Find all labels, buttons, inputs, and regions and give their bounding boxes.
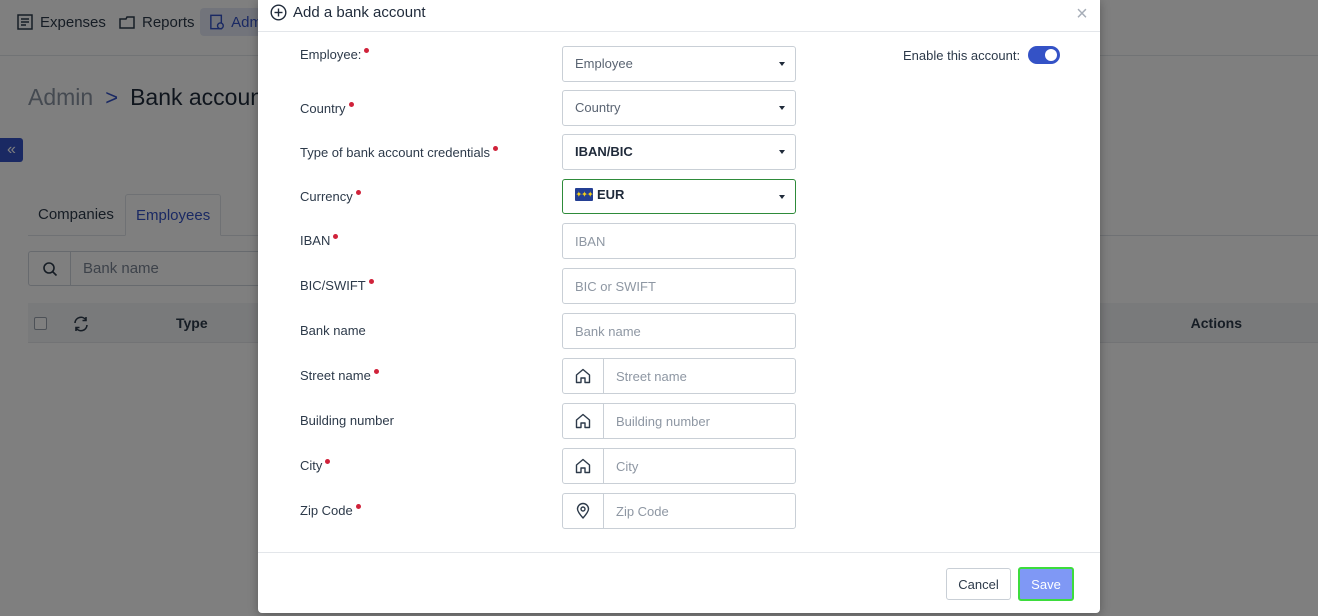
cancel-button[interactable]: Cancel: [946, 568, 1011, 600]
building-number-label-text: Building number: [300, 413, 394, 428]
currency-select[interactable]: ✦✦✦ EUR: [562, 179, 796, 214]
credentials-type-label-text: Type of bank account credentials: [300, 145, 491, 160]
home-icon: [563, 404, 604, 438]
enable-account-label: Enable this account:: [903, 47, 1021, 63]
iban-label-text: IBAN: [300, 233, 331, 248]
zip-code-placeholder: Zip Code: [616, 504, 669, 519]
credentials-type-value: IBAN/BIC: [575, 144, 633, 159]
bic-input[interactable]: BIC or SWIFT: [562, 268, 796, 304]
save-button[interactable]: Save: [1018, 567, 1074, 601]
street-name-label-text: Street name: [300, 368, 371, 383]
toggle-knob: [1045, 49, 1058, 61]
country-label-text: Country: [300, 101, 346, 116]
chevron-down-icon: [779, 62, 785, 66]
iban-label: IBAN: [300, 233, 339, 248]
currency-label: Currency: [300, 189, 361, 204]
country-select[interactable]: Country: [562, 90, 796, 126]
country-select-value: Country: [575, 100, 621, 115]
location-pin-icon: [563, 494, 604, 528]
zip-code-label: Zip Code: [300, 503, 361, 518]
building-number-placeholder: Building number: [616, 414, 710, 429]
required-indicator: [348, 102, 354, 107]
city-label: City: [300, 458, 331, 473]
dialog-title-text: Add a bank account: [293, 4, 426, 21]
home-icon: [563, 359, 604, 393]
city-placeholder: City: [616, 459, 639, 474]
employee-select-value: Employee: [575, 56, 633, 71]
employee-label-text: Employee:: [300, 47, 362, 62]
required-indicator: [325, 459, 331, 464]
required-indicator: [373, 369, 379, 374]
bic-label-text: BIC/SWIFT: [300, 278, 366, 293]
chevron-down-icon: [779, 195, 785, 199]
bic-label: BIC/SWIFT: [300, 278, 374, 293]
bank-name-label-text: Bank name: [300, 323, 366, 338]
street-name-input[interactable]: Street name: [562, 358, 796, 394]
chevron-down-icon: [779, 106, 785, 110]
zip-code-label-text: Zip Code: [300, 503, 353, 518]
currency-label-text: Currency: [300, 189, 353, 204]
close-icon[interactable]: ×: [1074, 4, 1090, 24]
city-label-text: City: [300, 458, 323, 473]
city-input[interactable]: City: [562, 448, 796, 484]
enable-account-toggle[interactable]: [1028, 46, 1061, 64]
employee-label: Employee:: [300, 47, 370, 62]
required-indicator: [333, 234, 339, 239]
street-name-label: Street name: [300, 368, 379, 383]
iban-input[interactable]: IBAN: [562, 223, 796, 259]
employee-select[interactable]: Employee: [562, 46, 796, 82]
required-indicator: [364, 48, 370, 53]
enable-account-row: Enable this account:: [903, 46, 1061, 64]
add-bank-account-dialog: Add a bank account × Employee: Employee …: [258, 0, 1100, 613]
chevron-down-icon: [779, 150, 785, 154]
required-indicator: [493, 146, 499, 151]
eu-flag-icon: ✦✦✦: [575, 188, 594, 201]
bank-name-input[interactable]: Bank name: [562, 313, 796, 349]
bank-name-placeholder: Bank name: [575, 324, 641, 339]
dialog-footer: Cancel Save: [258, 552, 1100, 613]
currency-value: EUR: [597, 187, 625, 202]
building-number-label: Building number: [300, 413, 394, 428]
bic-placeholder: BIC or SWIFT: [575, 279, 656, 294]
dialog-title: Add a bank account: [270, 4, 426, 21]
zip-code-input[interactable]: Zip Code: [562, 493, 796, 529]
street-name-placeholder: Street name: [616, 369, 687, 384]
building-number-input[interactable]: Building number: [562, 403, 796, 439]
bank-name-label: Bank name: [300, 323, 366, 338]
credentials-type-label: Type of bank account credentials: [300, 145, 499, 160]
dialog-header: Add a bank account ×: [258, 0, 1100, 32]
home-icon: [563, 449, 604, 483]
iban-placeholder: IBAN: [575, 234, 606, 249]
country-label: Country: [300, 101, 354, 116]
add-circle-icon: [270, 4, 287, 21]
required-indicator: [368, 279, 374, 284]
required-indicator: [355, 190, 361, 195]
credentials-type-select[interactable]: IBAN/BIC: [562, 134, 796, 170]
required-indicator: [355, 504, 361, 509]
